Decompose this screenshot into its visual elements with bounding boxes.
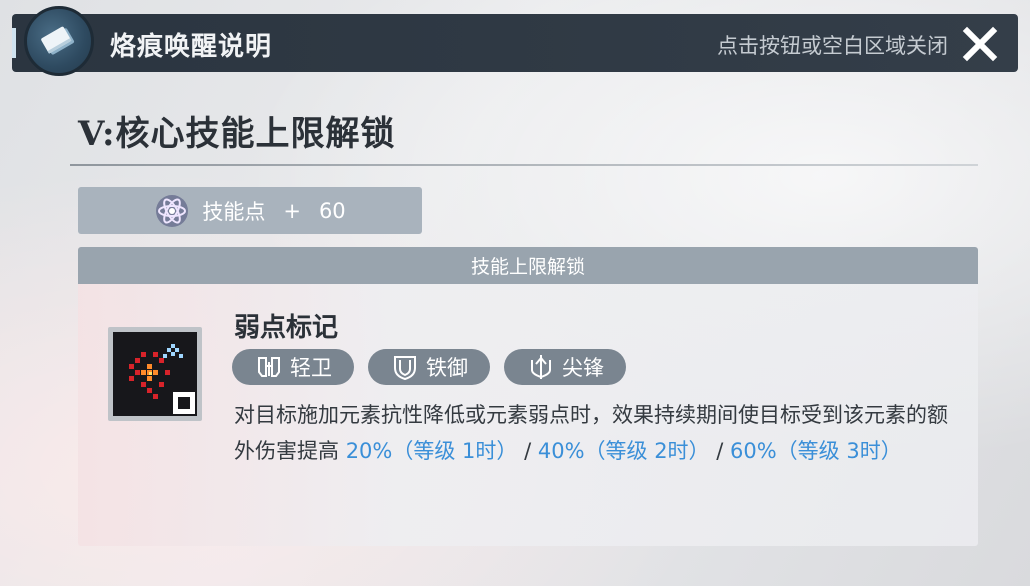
- unlock-panel-header: 技能上限解锁: [78, 247, 978, 284]
- tag-spearhead: 尖锋: [504, 349, 626, 385]
- close-button[interactable]: [958, 22, 1002, 66]
- spearhead-icon: [526, 352, 556, 382]
- card-stack-icon: [24, 6, 94, 76]
- level-1-value: 20%（等级 1时）: [345, 439, 518, 463]
- tag-iron-defense: 铁御: [368, 349, 490, 385]
- skill-description: 对目标施加元素抗性降低或元素弱点时，效果持续期间使目标受到该元素的额外伤害提高 …: [234, 397, 954, 469]
- level-2-value: 40%（等级 2时）: [537, 439, 710, 463]
- separator: /: [517, 439, 538, 463]
- unlock-panel: 技能上限解锁 弱点标记 轻卫 铁御 尖锋 对目标施加元素抗性降低或元素弱点时，效…: [78, 247, 978, 546]
- skill-pixel-icon: [108, 327, 202, 421]
- iron-defense-icon: [390, 352, 420, 382]
- tag-label: 铁御: [426, 356, 468, 380]
- section-title: V:核心技能上限解锁: [78, 114, 396, 154]
- level-3-value: 60%（等级 3时）: [730, 439, 902, 463]
- divider: [70, 164, 978, 166]
- skill-points-plus: +: [283, 198, 301, 223]
- tag-light-guard: 轻卫: [232, 349, 354, 385]
- skill-points-value: 60: [318, 198, 346, 223]
- skill-tags: 轻卫 铁御 尖锋: [232, 349, 626, 385]
- dialog-title: 烙痕唤醒说明: [110, 32, 273, 62]
- skill-name: 弱点标记: [234, 313, 339, 343]
- tag-label: 轻卫: [290, 356, 332, 380]
- close-icon: [962, 26, 998, 62]
- tag-label: 尖锋: [562, 356, 604, 380]
- title-bar-accent: [12, 28, 16, 58]
- light-guard-icon: [254, 352, 284, 382]
- atom-icon: [154, 193, 190, 229]
- close-hint[interactable]: 点击按钮或空白区域关闭: [717, 30, 948, 60]
- skill-points-label: 技能点: [202, 199, 266, 224]
- skill-points-row: 技能点 + 60: [78, 187, 422, 234]
- separator: /: [709, 439, 730, 463]
